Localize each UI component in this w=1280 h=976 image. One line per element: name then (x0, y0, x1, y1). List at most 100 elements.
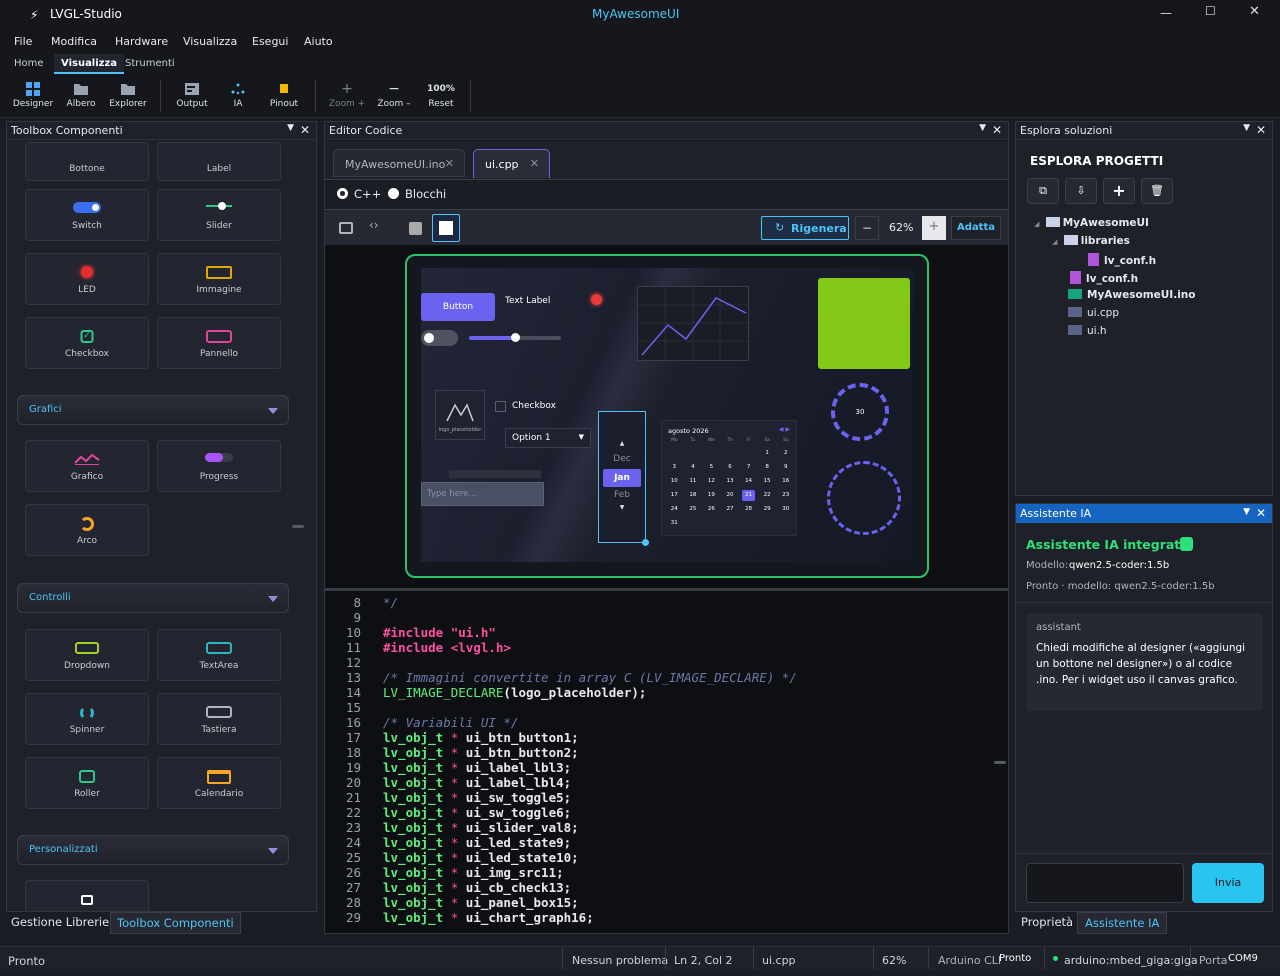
albero-button[interactable]: Albero (62, 82, 100, 109)
calendar-day[interactable]: 13 (724, 476, 737, 487)
calendar-day[interactable]: 5 (705, 462, 718, 473)
minimize-icon[interactable]: — (1160, 6, 1172, 20)
toolbox-scrollbar[interactable] (292, 525, 304, 528)
calendar-day[interactable]: 23 (779, 490, 792, 501)
calendar-day[interactable]: 17 (668, 490, 681, 501)
close-window-icon[interactable]: ✕ (1249, 4, 1260, 19)
preview-slider[interactable] (469, 333, 561, 342)
calendar-day[interactable]: 2 (779, 448, 792, 459)
close-icon[interactable]: ✕ (300, 123, 310, 137)
tab-toolbox-componenti[interactable]: Toolbox Componenti (110, 912, 241, 934)
calendar-day[interactable]: 1 (761, 448, 774, 459)
code-scrollbar[interactable] (994, 761, 1006, 764)
delete-button[interactable]: 🗑 (1141, 178, 1173, 204)
close-icon[interactable]: ✕ (992, 123, 1002, 137)
calendar-day[interactable]: 27 (724, 504, 737, 515)
tool-pannello[interactable]: Pannello (157, 317, 281, 369)
add-button[interactable]: + (1103, 178, 1135, 204)
tool-led[interactable]: LED (25, 253, 149, 305)
calendar-day[interactable]: 26 (705, 504, 718, 515)
calendar-day[interactable]: 24 (668, 504, 681, 515)
tree-item-project[interactable]: ◢ MyAwesomeUI (1034, 217, 1149, 229)
status-problems[interactable]: Nessun problema (572, 954, 668, 967)
explorer-button[interactable]: Explorer (108, 82, 148, 109)
zoom-out-canvas-button[interactable]: − (855, 216, 879, 240)
menu-visualizza[interactable]: Visualizza (183, 35, 237, 48)
category-controlli[interactable]: Controlli (17, 583, 289, 613)
white-bg-button[interactable] (432, 214, 460, 242)
chat-input[interactable] (1026, 863, 1184, 903)
close-tab-icon[interactable]: ✕ (445, 157, 454, 170)
preview-dropdown[interactable]: Option 1 ▼ (505, 428, 591, 448)
tab-gestione-librerie[interactable]: Gestione Librerie (11, 915, 109, 929)
tab-proprieta[interactable]: Proprietà (1021, 915, 1073, 929)
calendar-day[interactable]: 10 (668, 476, 681, 487)
menu-aiuto[interactable]: Aiuto (304, 35, 333, 48)
tool-textarea[interactable]: TextArea (157, 629, 281, 681)
close-icon[interactable]: ✕ (1256, 123, 1266, 137)
radio-blocchi[interactable] (388, 188, 399, 199)
design-canvas[interactable]: Button Text Label logo_placeholder Check… (325, 245, 1008, 588)
pinout-button[interactable]: Pinout (266, 82, 302, 109)
code-toggle-icon[interactable]: ‹› (369, 218, 379, 232)
category-personalizzati[interactable]: Personalizzati (17, 835, 289, 865)
resize-handle[interactable] (642, 539, 649, 546)
calendar-day[interactable]: 19 (705, 490, 718, 501)
regenerate-button[interactable]: ↻ Rigenera (761, 216, 849, 240)
status-port[interactable]: COM9 (1228, 953, 1258, 964)
preview-roller[interactable]: ▲ Dec Jan Feb ▼ (598, 411, 649, 546)
zoom-in-canvas-button[interactable]: + (922, 216, 946, 240)
import-button[interactable]: ⇩ (1065, 178, 1097, 204)
preview-switch[interactable] (421, 330, 458, 346)
calendar-day[interactable]: 21 (742, 490, 755, 501)
close-icon[interactable]: ✕ (1256, 506, 1266, 520)
tree-item-ui-cpp[interactable]: ui.cpp (1068, 307, 1119, 319)
tool-switch[interactable]: Switch (25, 189, 149, 241)
calendar-day[interactable]: 25 (687, 504, 700, 515)
designer-button[interactable]: Designer (12, 82, 54, 109)
calendar-day[interactable]: 9 (779, 462, 792, 473)
calendar-day[interactable]: 4 (687, 462, 700, 473)
dropdown-icon[interactable]: ▼ (287, 123, 294, 133)
tool-custom[interactable] (25, 880, 149, 911)
status-board[interactable]: arduino:mbed_giga:giga (1064, 954, 1198, 967)
calendar-day[interactable]: 11 (687, 476, 700, 487)
calendar-day[interactable]: 30 (779, 504, 792, 515)
tool-spinner[interactable]: Spinner (25, 693, 149, 745)
radio-cpp[interactable] (337, 188, 348, 199)
tool-label[interactable]: Label (157, 142, 281, 181)
tab-visualizza[interactable]: Visualizza (54, 54, 125, 74)
zoom-in-button[interactable]: + Zoom + (328, 82, 366, 109)
dropdown-icon[interactable]: ▼ (1243, 507, 1250, 517)
calendar-day[interactable]: 6 (724, 462, 737, 473)
code-editor[interactable]: 8 */ 9 10 #include "ui.h" 11 #include <lvgl.h>… (325, 591, 1008, 933)
close-tab-icon[interactable]: ✕ (530, 157, 539, 170)
tool-calendario[interactable]: Calendario (157, 757, 281, 809)
preview-checkbox[interactable] (495, 401, 506, 412)
send-button[interactable]: Invia (1192, 863, 1264, 903)
calendar-day[interactable]: 7 (742, 462, 755, 473)
calendar-day[interactable]: 28 (742, 504, 755, 515)
calendar-day[interactable]: 22 (761, 490, 774, 501)
calendar-day[interactable]: 31 (668, 518, 681, 529)
tool-progress[interactable]: Progress (157, 440, 281, 492)
menu-hardware[interactable]: Hardware (115, 35, 168, 48)
category-grafici[interactable]: Grafici (17, 395, 289, 425)
calendar-day[interactable]: 29 (761, 504, 774, 515)
calendar-day[interactable]: 16 (779, 476, 792, 487)
tab-strumenti[interactable]: Strumenti (125, 58, 175, 69)
tool-dropdown[interactable]: Dropdown (25, 629, 149, 681)
tool-bottone[interactable]: Bottone (25, 142, 149, 181)
reset-button[interactable]: 100% Reset (424, 82, 458, 109)
new-solution-button[interactable]: ⧉ (1027, 178, 1059, 204)
fit-button[interactable]: Adatta (951, 216, 1001, 240)
tool-arco[interactable]: Arco (25, 504, 149, 556)
tree-item-ino[interactable]: MyAwesomeUI.ino (1068, 289, 1195, 301)
preview-arc[interactable]: 30 (831, 383, 889, 441)
status-position[interactable]: Ln 2, Col 2 (674, 954, 733, 967)
tree-item-lv-conf[interactable]: lv_conf.h (1070, 271, 1138, 285)
calendar-day[interactable]: 12 (705, 476, 718, 487)
calendar-nav-icon[interactable]: ◀ ▶ (779, 426, 790, 433)
layout-icon[interactable] (339, 222, 353, 234)
menu-esegui[interactable]: Esegui (252, 35, 288, 48)
